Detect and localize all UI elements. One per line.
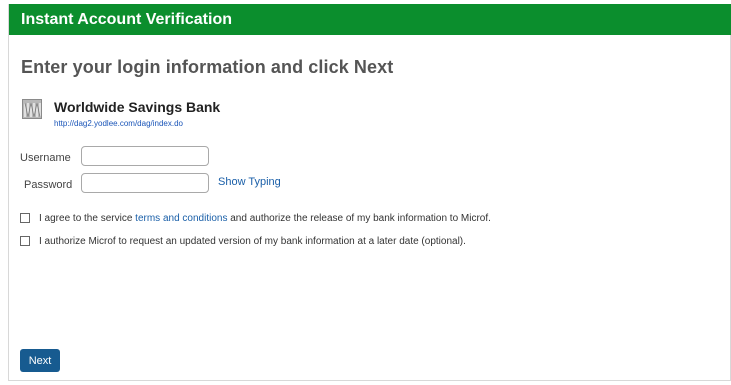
terms-checkbox[interactable] xyxy=(20,213,30,223)
verification-panel: Instant Account Verification Enter your … xyxy=(8,4,731,381)
next-button[interactable]: Next xyxy=(20,349,60,372)
update-checkbox[interactable] xyxy=(20,236,30,246)
header-title: Instant Account Verification xyxy=(9,4,731,35)
update-authorization-text: I authorize Microf to request an updated… xyxy=(39,235,466,247)
bank-logo-icon xyxy=(22,99,42,119)
terms-agreement-row: I agree to the service terms and conditi… xyxy=(20,211,491,225)
username-label: Username xyxy=(20,152,71,164)
bank-name: Worldwide Savings Bank xyxy=(54,99,221,115)
page-heading: Enter your login information and click N… xyxy=(21,57,394,77)
bank-url-link[interactable]: http://dag2.yodlee.com/dag/index.do xyxy=(54,119,183,128)
username-input[interactable] xyxy=(81,146,209,166)
terms-link[interactable]: terms and conditions xyxy=(135,213,227,224)
update-authorization-row: I authorize Microf to request an updated… xyxy=(20,234,466,248)
password-label: Password xyxy=(24,179,73,191)
terms-prefix-text: I agree to the service xyxy=(39,212,136,224)
show-typing-link[interactable]: Show Typing xyxy=(218,176,281,188)
terms-suffix-text: and authorize the release of my bank inf… xyxy=(227,212,491,224)
password-input[interactable] xyxy=(81,173,209,193)
